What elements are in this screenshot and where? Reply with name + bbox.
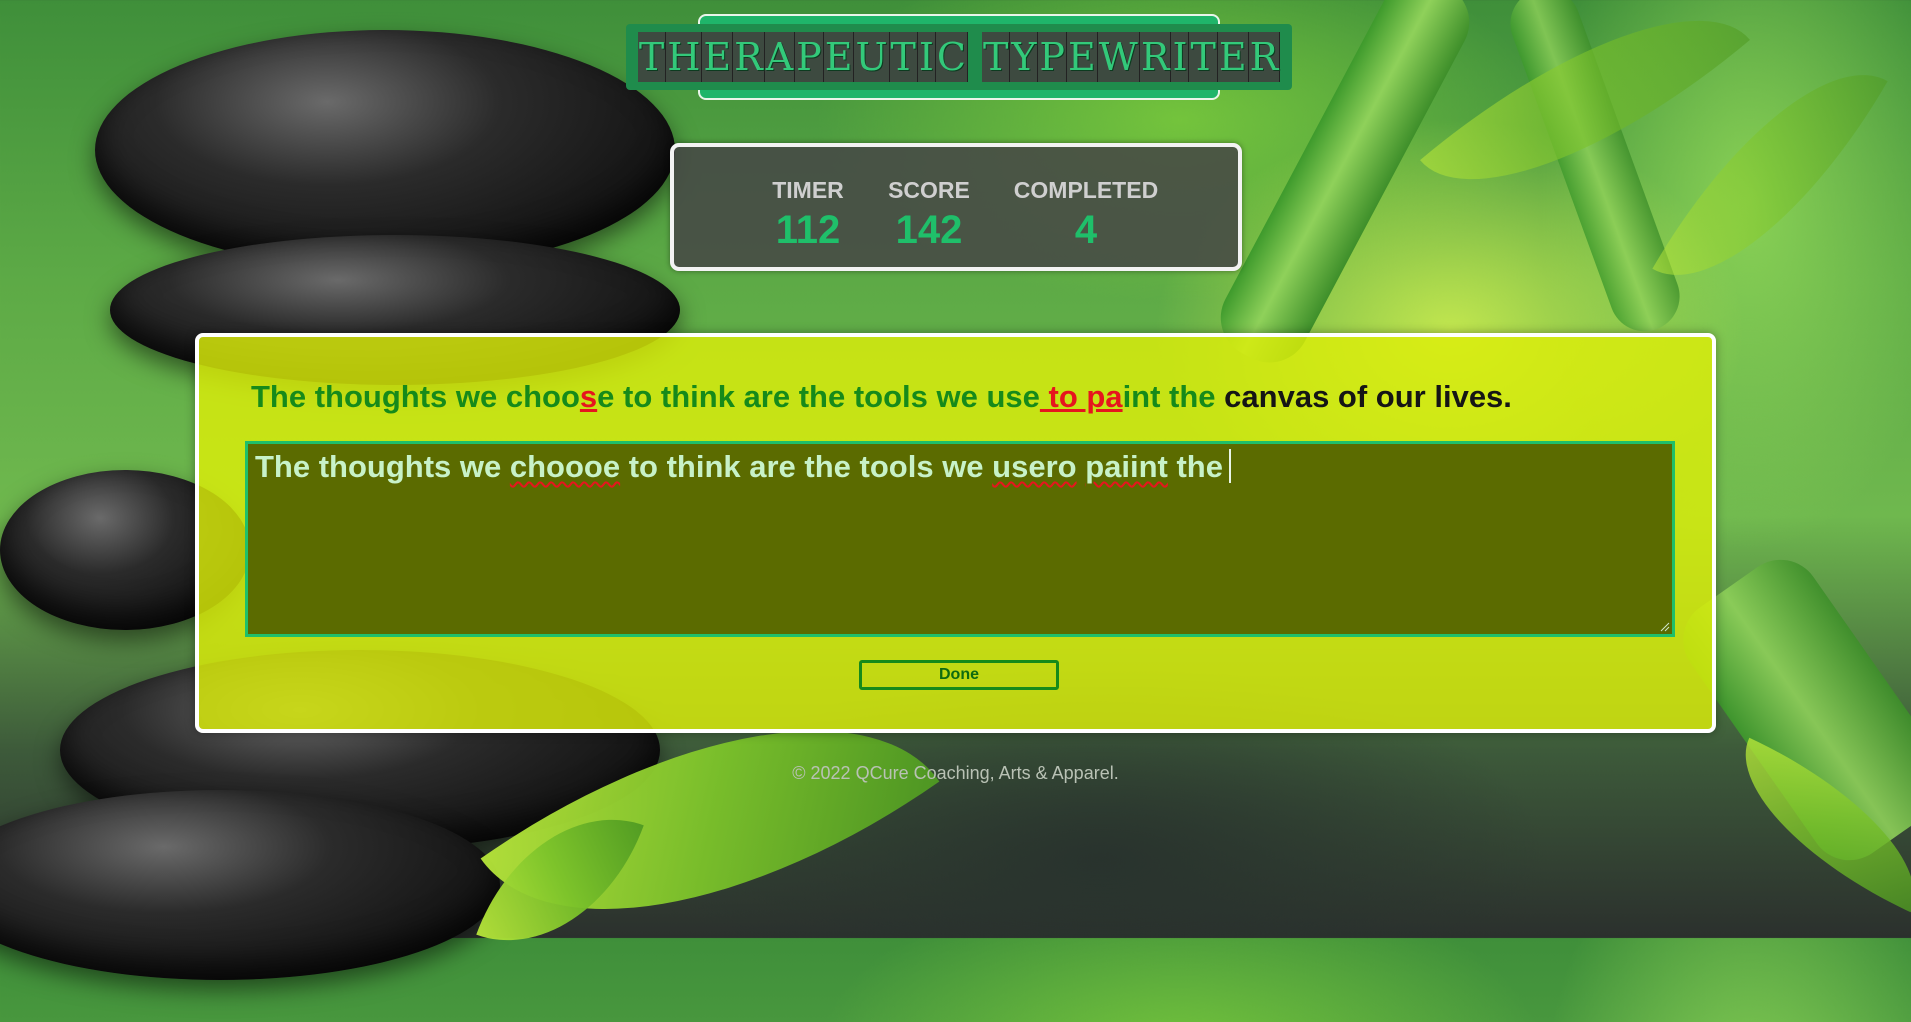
logo-letter: R xyxy=(733,32,765,82)
footer-copyright: © 2022 QCure Coaching, Arts & Apparel. xyxy=(792,763,1119,783)
prompt-segment-error: to pa xyxy=(1039,379,1123,414)
prompt-segment-error: s xyxy=(579,379,598,414)
score-value: 142 xyxy=(895,208,963,252)
typed-text: The thoughts we choooe to think are the … xyxy=(255,449,1223,484)
prompt-segment-correct: e to think are the tools we use xyxy=(597,379,1040,414)
done-button[interactable]: Done xyxy=(859,660,1059,690)
logo-letter: E xyxy=(823,32,855,82)
logo-letter: T xyxy=(637,32,667,82)
timer-label: TIMER xyxy=(772,177,844,203)
score-stat: SCORE 142 xyxy=(874,177,984,253)
prompt-segment-correct: int the xyxy=(1122,379,1216,414)
prompt-segment-correct: The thoughts we choo xyxy=(251,379,580,414)
typed-word: the xyxy=(1167,449,1223,484)
prompt-segment-pending: canvas of our lives. xyxy=(1215,379,1512,414)
logo-letter: Y xyxy=(1010,32,1039,82)
completed-stat: COMPLETED 4 xyxy=(1001,177,1171,253)
logo-letter: H xyxy=(666,32,703,82)
logo-letter: A xyxy=(764,32,796,82)
logo-letter: R xyxy=(1139,32,1172,82)
typing-panel: The thoughts we choose to think are the … xyxy=(195,333,1716,733)
app-logo: THERAPEUTICTYPEWRITER xyxy=(625,14,1293,100)
typed-word: The thoughts we xyxy=(255,449,510,484)
logo-letter: U xyxy=(854,32,890,82)
typed-word xyxy=(1077,449,1086,484)
completed-value: 4 xyxy=(1074,208,1098,252)
timer-value: 112 xyxy=(775,208,841,252)
misspelled-word: choooe xyxy=(509,449,621,484)
logo-letter: T xyxy=(1189,32,1218,82)
timer-stat: TIMER 112 xyxy=(758,177,858,253)
completed-label: COMPLETED xyxy=(1013,177,1159,203)
logo-text: THERAPEUTICTYPEWRITER xyxy=(625,24,1293,90)
misspelled-word: usero xyxy=(992,449,1077,484)
logo-letter: T xyxy=(889,32,918,82)
text-cursor xyxy=(1229,449,1231,483)
stats-panel: TIMER 112 SCORE 142 COMPLETED 4 xyxy=(670,143,1242,271)
logo-letter: I xyxy=(1171,32,1190,82)
logo-letter: T xyxy=(981,32,1011,82)
logo-letter: E xyxy=(1217,32,1249,82)
misspelled-word: paiint xyxy=(1085,449,1168,484)
logo-letter: I xyxy=(917,32,936,82)
logo-letter: C xyxy=(935,32,968,82)
logo-letter: W xyxy=(1097,32,1140,82)
logo-letter: P xyxy=(795,32,824,82)
logo-space xyxy=(968,32,982,82)
score-label: SCORE xyxy=(888,177,970,203)
prompt-sentence: The thoughts we choose to think are the … xyxy=(251,379,1512,415)
typing-input[interactable]: The thoughts we choooe to think are the … xyxy=(245,441,1675,637)
logo-letter: R xyxy=(1248,32,1281,82)
logo-letter: P xyxy=(1038,32,1067,82)
logo-letter: E xyxy=(702,32,734,82)
typed-word: to think are the tools we xyxy=(620,449,993,484)
logo-letter: E xyxy=(1067,32,1098,82)
resize-handle-icon[interactable] xyxy=(1660,622,1670,632)
